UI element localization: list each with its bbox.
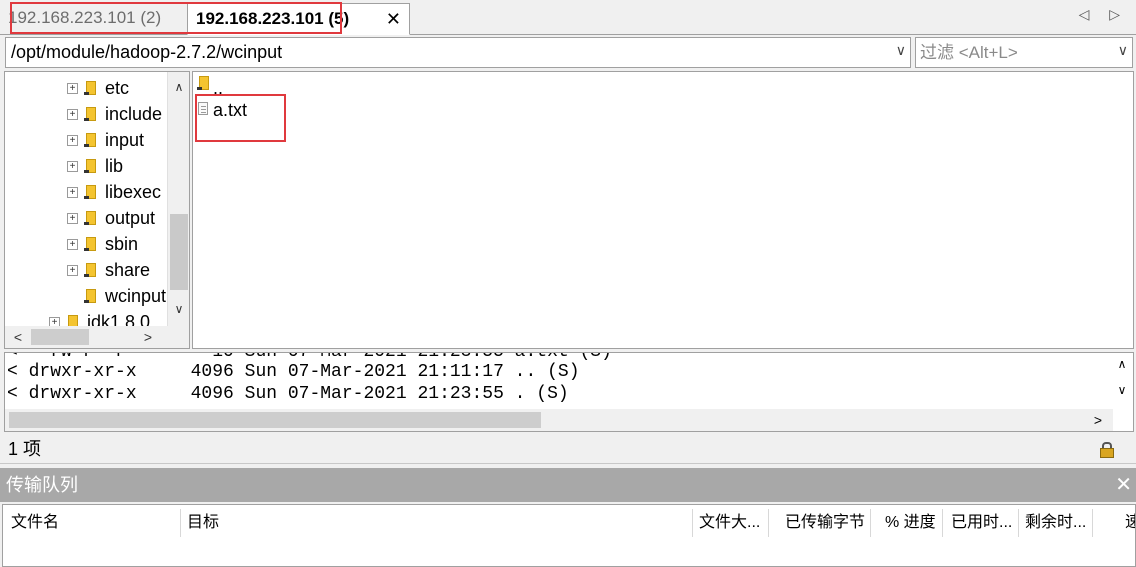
scrollbar-thumb[interactable] [31,329,89,345]
tab-session-5[interactable]: 192.168.223.101 (5) ✕ [187,3,410,35]
chevron-left-icon[interactable]: < [7,326,29,348]
expand-icon[interactable]: + [67,265,78,276]
status-bar: 1 项 [0,434,1136,464]
folder-icon [84,289,96,303]
filter-combobox[interactable]: ∨ [915,37,1133,68]
folder-icon [84,133,96,147]
path-input[interactable] [11,38,871,67]
directory-tree: + etc + include + input + lib + libexec … [4,71,190,349]
log-horizontal-scrollbar[interactable]: > [5,409,1113,431]
log-line: < drwxr-xr-x 4096 Sun 07-Mar-2021 21:23:… [7,384,569,404]
chevron-up-icon[interactable]: ∧ [168,76,189,98]
expand-icon[interactable]: + [67,187,78,198]
chevron-down-icon[interactable]: ∨ [168,298,189,320]
column-header-target[interactable]: 目标 [181,509,693,537]
folder-up-icon [197,76,209,90]
address-row: ∨ ∨ [0,35,1136,70]
file-icon [198,102,208,115]
tab-label: 192.168.223.101 (2) [8,8,162,27]
file-name: a.txt [213,100,248,120]
tab-scroll-arrows-icon[interactable]: ◁ ▷ [1079,6,1128,23]
file-row-parent[interactable]: .. [196,74,256,98]
chevron-right-icon[interactable]: > [137,326,159,348]
folder-icon [84,81,96,95]
expand-icon[interactable]: + [67,239,78,250]
folder-icon [84,211,96,225]
tree-item-label: include [105,104,163,124]
expand-icon[interactable]: + [67,83,78,94]
transfer-queue-header: 传输队列 ✕ [0,468,1136,502]
file-name: .. [213,78,224,98]
sftp-window: 192.168.223.101 (2) 192.168.223.101 (5) … [0,0,1136,567]
log-pane: < -rw-r--r-- 10 Sun 07-Mar-2021 21:23:55… [4,352,1134,432]
chevron-down-icon[interactable]: ∨ [1118,42,1128,59]
column-header-speed[interactable]: 速 [1125,509,1135,537]
lock-icon [1100,442,1114,458]
tree-item-label: lib [105,156,124,176]
tree-item-label: wcinput [105,286,167,306]
path-combobox[interactable]: ∨ [5,37,911,68]
transfer-queue-table: 文件名 目标 文件大... 已传输字节 % 进度 已用时... 剩余时... 速 [2,504,1136,567]
tree-item-label: share [105,260,151,280]
folder-icon [84,107,96,121]
tree-item-label: input [105,130,145,150]
chevron-down-icon[interactable]: ∨ [896,42,906,59]
expand-icon[interactable]: + [67,213,78,224]
filter-input[interactable] [920,38,1110,67]
folder-icon [84,185,96,199]
expand-icon[interactable]: + [67,135,78,146]
close-icon[interactable]: ✕ [1115,472,1132,497]
column-header-size[interactable]: 文件大... [693,509,769,537]
scrollbar-thumb[interactable] [9,412,541,428]
column-header-filename[interactable]: 文件名 [5,509,181,537]
tree-item-label: sbin [105,234,139,254]
close-icon[interactable]: ✕ [386,4,401,34]
folder-icon [84,263,96,277]
expand-icon[interactable]: + [67,161,78,172]
tab-label: 192.168.223.101 (5) [196,9,350,28]
transfer-queue-title: 传输队列 [6,475,78,495]
tree-item-label: output [105,208,156,228]
file-row-a-txt[interactable]: a.txt [196,98,266,122]
log-vertical-scrollbar[interactable]: ∧ ∨ [1111,353,1133,409]
tree-vertical-scrollbar[interactable]: ∧ ∨ [167,72,189,326]
column-header-elapsed[interactable]: 已用时... [945,509,1019,537]
column-header-transferred[interactable]: 已传输字节 [779,509,871,537]
item-count: 1 项 [8,439,42,459]
folder-icon [84,237,96,251]
chevron-up-icon[interactable]: ∧ [1111,357,1133,371]
folder-icon [84,159,96,173]
tree-item-label: libexec [105,182,162,202]
column-header-remaining[interactable]: 剩余时... [1019,509,1093,537]
expand-icon[interactable]: + [67,109,78,120]
log-line: < drwxr-xr-x 4096 Sun 07-Mar-2021 21:11:… [7,362,580,382]
tree-horizontal-scrollbar[interactable]: < > [5,326,189,348]
column-header-progress[interactable]: % 进度 [879,509,943,537]
chevron-right-icon[interactable]: > [1087,409,1109,431]
tab-bar: 192.168.223.101 (2) 192.168.223.101 (5) … [0,0,1136,35]
scrollbar-thumb[interactable] [170,214,188,290]
tab-session-2[interactable]: 192.168.223.101 (2) [0,3,186,35]
file-list: .. a.txt [192,71,1134,349]
chevron-down-icon[interactable]: ∨ [1111,383,1133,397]
tree-item-label: etc [105,78,130,98]
